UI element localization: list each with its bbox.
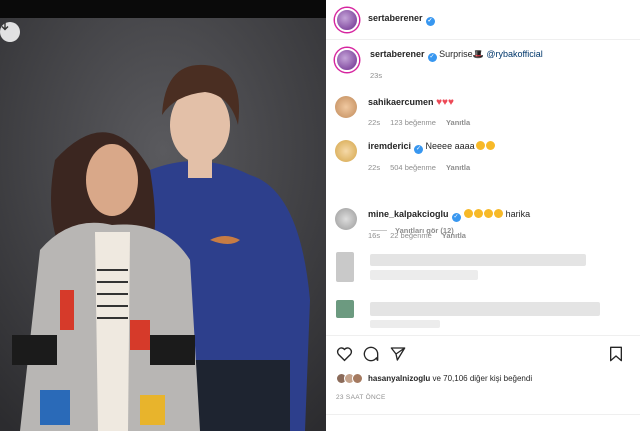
hat-emoji-icon: 🎩 xyxy=(472,49,484,59)
save-icon[interactable] xyxy=(609,346,623,362)
blurred-comment xyxy=(370,254,586,266)
comment-time: 16s xyxy=(368,231,381,240)
caption-avatar[interactable] xyxy=(335,48,359,72)
emoji-icon xyxy=(484,209,494,218)
post-photo[interactable] xyxy=(0,0,326,431)
caption: sertaberener ✓ Surprise🎩 @rybakofficial 2… xyxy=(335,48,543,82)
commenter-avatar[interactable] xyxy=(335,208,357,230)
emoji-icon xyxy=(494,209,504,218)
reply-button[interactable]: Yanıtla xyxy=(446,163,470,172)
caption-text: Surprise xyxy=(439,49,473,59)
share-icon[interactable] xyxy=(390,346,406,362)
liker-username[interactable]: hasanyalnizoglu xyxy=(368,374,430,383)
heart-emoji-icon: ♥♥♥ xyxy=(436,97,454,108)
instagram-post-modal: sertaberener ✓ sertaberener ✓ Surprise🎩 @r… xyxy=(0,0,640,431)
comment-icon[interactable] xyxy=(363,346,379,362)
comment-likes[interactable]: 22 beğenme xyxy=(390,231,432,240)
emoji-icon xyxy=(464,209,474,218)
verified-icon: ✓ xyxy=(451,213,461,222)
blurred-comment xyxy=(370,270,478,280)
blurred-comment xyxy=(370,302,600,316)
comment-text: harika xyxy=(505,209,531,219)
comment-username[interactable]: sahikaercumen xyxy=(368,97,434,107)
post-sidebar: sertaberener ✓ sertaberener ✓ Surprise🎩 @r… xyxy=(326,0,640,431)
caption-time: 23s xyxy=(370,71,383,80)
commenter-avatar[interactable] xyxy=(335,96,357,118)
comment-time: 22s xyxy=(368,163,381,172)
heart-icon[interactable] xyxy=(336,346,353,362)
action-bar xyxy=(326,335,640,375)
comment-username[interactable]: iremderici xyxy=(368,141,411,151)
blurred-avatar xyxy=(336,300,354,318)
likes-count-text[interactable]: ve 70,106 diğer kişi beğendi xyxy=(432,374,532,383)
comment-item: mine_kalpakcioglu ✓ harika 16s 22 beğenme Y… xyxy=(335,208,530,242)
reply-button[interactable]: Yanıtla xyxy=(442,231,466,240)
emoji-icon xyxy=(474,209,484,218)
verified-icon: ✓ xyxy=(414,145,424,154)
caption-username[interactable]: sertaberener xyxy=(370,49,425,59)
commenter-avatar[interactable] xyxy=(335,140,357,162)
comment-username[interactable]: mine_kalpakcioglu xyxy=(368,209,449,219)
blurred-comment xyxy=(370,320,440,328)
comment-item: iremderici ✓ Neeee aaaa 22s 504 beğenme Yan… xyxy=(335,140,495,174)
post-timestamp: 23 SAAT ÖNCE xyxy=(336,394,386,401)
add-comment-bar[interactable] xyxy=(326,414,640,431)
post-header: sertaberener ✓ xyxy=(326,0,640,40)
reply-button[interactable]: Yanıtla xyxy=(446,118,470,127)
liker-avatar xyxy=(352,373,363,384)
verified-icon: ✓ xyxy=(427,53,437,62)
comment-likes[interactable]: 504 beğenme xyxy=(390,163,436,172)
caption-mention[interactable]: @rybakofficial xyxy=(486,49,543,59)
comment-time: 22s xyxy=(368,118,381,127)
verified-icon: ✓ xyxy=(425,17,435,26)
emoji-icon xyxy=(475,141,485,150)
author-username[interactable]: sertaberener ✓ xyxy=(368,13,435,26)
comment-text: Neeee aaaa xyxy=(425,141,475,151)
author-avatar[interactable] xyxy=(335,7,359,32)
download-icon[interactable] xyxy=(0,22,20,42)
comment-item: sahikaercumen ♥♥♥ 22s 123 beğenme Yanıtla xyxy=(335,96,480,129)
likes-summary[interactable]: hasanyalnizoglu ve 70,106 diğer kişi beğ… xyxy=(336,373,532,384)
photo-illustration xyxy=(0,0,326,431)
emoji-icon xyxy=(485,141,495,150)
blurred-avatar xyxy=(336,252,354,282)
comment-likes[interactable]: 123 beğenme xyxy=(390,118,436,127)
